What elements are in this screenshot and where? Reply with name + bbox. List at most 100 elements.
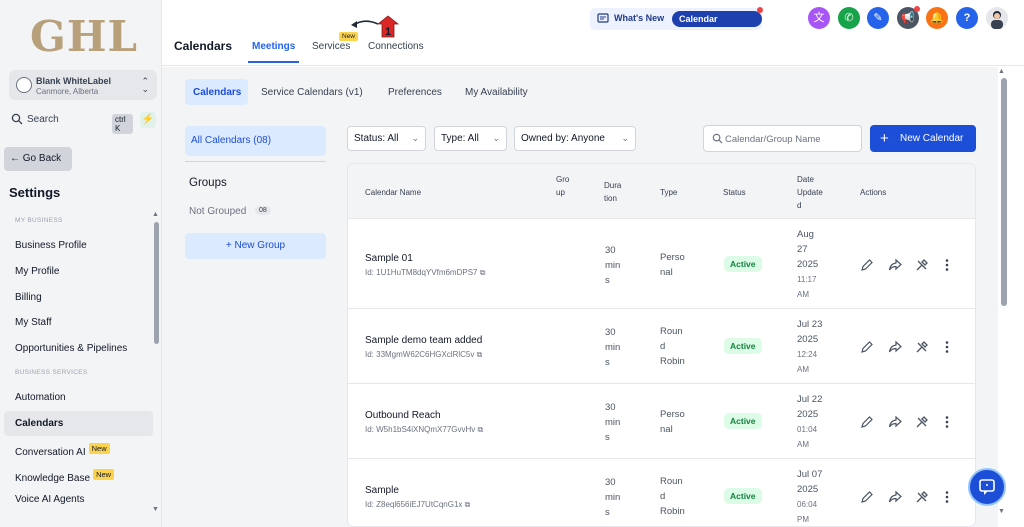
copy-icon[interactable]: ⧉: [480, 268, 486, 277]
sidebar-item-voice-ai[interactable]: Voice AI Agents: [15, 494, 85, 505]
tools-icon[interactable]: [915, 340, 929, 359]
tools-icon[interactable]: [915, 415, 929, 434]
tab-meetings[interactable]: Meetings: [252, 41, 295, 52]
help-icon[interactable]: ?: [956, 7, 978, 29]
calendar-name[interactable]: Sample: [365, 485, 399, 496]
sidebar-item-business-profile[interactable]: Business Profile: [15, 240, 87, 251]
edit-icon[interactable]: [860, 415, 874, 434]
tab-preferences[interactable]: Preferences: [388, 87, 442, 98]
not-grouped-item[interactable]: Not Grouped: [189, 206, 246, 217]
tab-connections[interactable]: Connections: [368, 41, 424, 52]
calendar-name[interactable]: Sample demo team added: [365, 335, 482, 346]
time-updated: 06:04 PM: [797, 500, 817, 524]
sidebar-item-opportunities[interactable]: Opportunities & Pipelines: [15, 343, 127, 354]
ticket-icon[interactable]: ✎: [867, 7, 889, 29]
sidebar-item-my-staff[interactable]: My Staff: [15, 317, 52, 328]
tab-services[interactable]: Services: [312, 41, 350, 52]
scroll-up-arrow[interactable]: ▲: [152, 211, 159, 218]
calendar-search-input[interactable]: Calendar/Group Name: [703, 125, 862, 152]
account-switcher[interactable]: Blank WhiteLabel Canmore, Alberta ⌃ ⌄: [9, 70, 157, 100]
col-date-line: d: [797, 201, 802, 210]
annotation-number: 1: [385, 26, 391, 38]
top-header: Calendars Meetings New Services Connecti…: [162, 0, 1024, 66]
edit-icon[interactable]: [860, 340, 874, 359]
date-updated: Aug 27 2025 11:17 AM: [797, 227, 818, 302]
duration-line: s: [605, 506, 610, 518]
type-line: Roun: [660, 326, 683, 337]
phone-icon[interactable]: ✆: [838, 7, 860, 29]
new-calendar-label: New Calendar: [900, 133, 964, 144]
scroll-down-arrow[interactable]: ▼: [152, 506, 159, 513]
share-icon[interactable]: [888, 490, 902, 509]
new-calendar-button[interactable]: + New Calendar: [870, 125, 976, 152]
avatar[interactable]: [986, 7, 1008, 29]
tools-icon[interactable]: [915, 258, 929, 277]
whats-new-button[interactable]: What's New Calendar Updates: [590, 7, 763, 40]
share-icon[interactable]: [888, 340, 902, 359]
calendar-duration: 30 min s: [605, 400, 620, 445]
divider: [185, 161, 326, 162]
sidebar-item-knowledge-base[interactable]: Knowledge Base New: [15, 469, 115, 484]
type-line: nal: [660, 423, 673, 435]
tab-calendars[interactable]: Calendars: [193, 87, 241, 98]
account-name: Blank WhiteLabel: [36, 76, 112, 86]
type-line: Robin: [660, 506, 685, 517]
scroll-up-arrow[interactable]: ▲: [998, 68, 1005, 75]
table-row[interactable]: Outbound Reach Id: W5h1bS4iXNQmX77GvvHv ⧉…: [348, 384, 975, 459]
date-updated: Jul 23 2025 12:24 AM: [797, 317, 822, 377]
new-group-button[interactable]: + New Group: [185, 233, 326, 259]
tab-service-calendars[interactable]: Service Calendars (v1): [261, 87, 363, 98]
type-line: Perso: [660, 251, 685, 263]
account-location: Canmore, Alberta: [36, 87, 99, 96]
bell-icon[interactable]: 🔔: [926, 7, 948, 29]
calendar-duration: 30 min s: [605, 243, 620, 288]
sidebar-scrollbar[interactable]: [154, 222, 159, 344]
share-icon[interactable]: [888, 415, 902, 434]
sidebar-item-automation[interactable]: Automation: [15, 392, 66, 403]
tools-icon[interactable]: [915, 490, 929, 509]
lightning-icon[interactable]: ⚡: [140, 112, 156, 128]
sidebar-item-my-profile[interactable]: My Profile: [15, 266, 59, 277]
calendar-id-text: Id: W5h1bS4iXNQmX77GvvHv: [365, 424, 476, 434]
all-calendars-item[interactable]: All Calendars (08): [185, 126, 326, 156]
active-tab-underline: [248, 61, 299, 63]
copy-icon[interactable]: ⧉: [477, 350, 483, 359]
more-icon[interactable]: [944, 415, 950, 434]
sidebar-item-calendars[interactable]: Calendars: [15, 418, 63, 429]
type-line: Perso: [660, 408, 685, 420]
col-group-line: Gro: [556, 175, 570, 184]
duration-line: min: [605, 259, 621, 271]
table-row[interactable]: Sample 01 Id: 1U1HuTM8dqYVfm6mDPS7 ⧉ 30 min…: [348, 220, 975, 309]
edit-icon[interactable]: [860, 258, 874, 277]
more-icon[interactable]: [944, 258, 950, 277]
table-row[interactable]: Sample demo team added Id: 33MgmW62C6HGXc…: [348, 309, 975, 384]
copy-icon[interactable]: ⧉: [478, 425, 484, 434]
more-icon[interactable]: [944, 490, 950, 509]
calendar-name[interactable]: Outbound Reach: [365, 410, 441, 421]
date-line: 2025: [797, 333, 819, 345]
calendar-id: Id: Z8eql656iEJ7UtCqnG1x ⧉: [365, 500, 470, 510]
table-row[interactable]: Sample Id: Z8eql656iEJ7UtCqnG1x ⧉ 30 min s Ro…: [348, 459, 975, 526]
owner-filter[interactable]: Owned by: Anyone ⌄: [514, 126, 636, 151]
chat-help-button[interactable]: [968, 468, 1006, 506]
more-icon[interactable]: [944, 340, 950, 359]
scroll-down-arrow[interactable]: ▼: [998, 508, 1005, 515]
go-back-button[interactable]: ← Go Back: [4, 147, 72, 171]
calendar-updates-pill[interactable]: Calendar Updates: [672, 11, 762, 40]
tab-my-availability[interactable]: My Availability: [465, 87, 528, 98]
sidebar-item-label: Knowledge Base: [15, 473, 91, 484]
sidebar-search[interactable]: Search ctrl K: [9, 111, 133, 134]
status-filter[interactable]: Status: All ⌄: [347, 126, 426, 151]
calendar-id-text: Id: 1U1HuTM8dqYVfm6mDPS7: [365, 267, 478, 277]
page-scrollbar[interactable]: [1001, 78, 1007, 306]
time-line: PM: [797, 514, 809, 524]
edit-icon[interactable]: [860, 490, 874, 509]
copy-icon[interactable]: ⧉: [465, 500, 471, 509]
date-line: Jul 23: [797, 318, 823, 330]
share-icon[interactable]: [888, 258, 902, 277]
sidebar-item-conversation-ai[interactable]: Conversation AI New: [15, 443, 110, 458]
sidebar-item-billing[interactable]: Billing: [15, 292, 42, 303]
calendar-name[interactable]: Sample 01: [365, 253, 413, 264]
type-filter[interactable]: Type: All ⌄: [434, 126, 507, 151]
translate-icon[interactable]: 文: [808, 7, 830, 29]
